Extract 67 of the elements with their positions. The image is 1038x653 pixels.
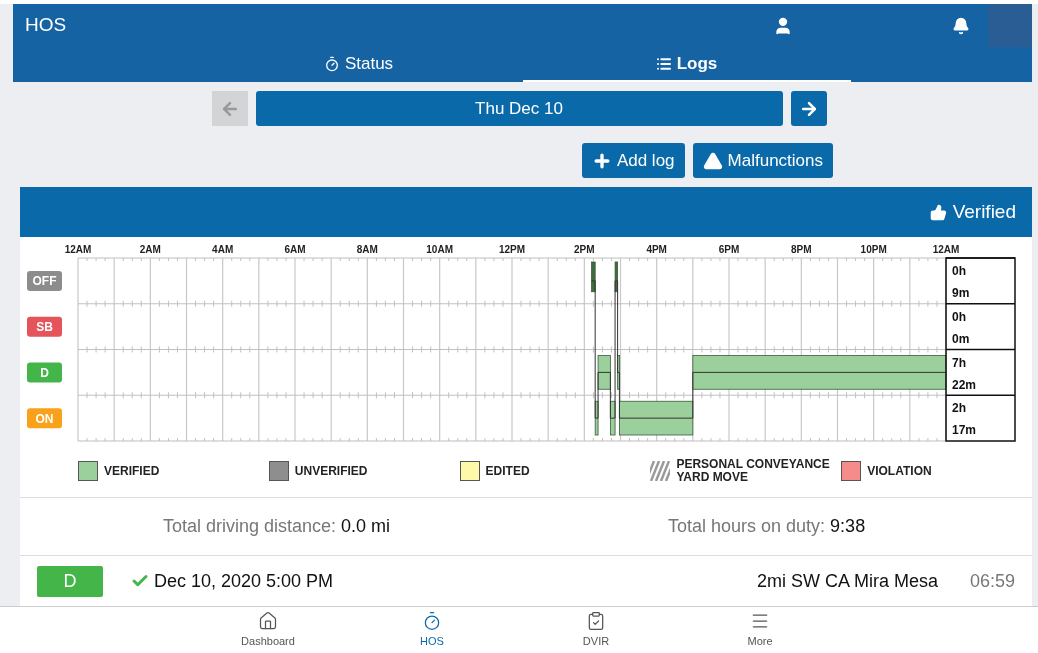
home-icon: [258, 610, 278, 631]
total-minutes: 9m: [952, 286, 970, 300]
warning-icon: [702, 150, 723, 171]
off-duty-bar: [614, 261, 618, 293]
legend-label: VERIFIED: [104, 464, 160, 478]
total-label: Total hours on duty:: [668, 515, 826, 538]
total-hours: 2h: [952, 401, 966, 416]
hour-label: 2AM: [139, 244, 161, 255]
nav-item[interactable]: More: [678, 607, 842, 653]
duty-bar: [594, 400, 599, 436]
hour-label: 4PM: [646, 244, 667, 255]
off-duty-bar: [591, 261, 596, 293]
legend-label: UNVERIFIED: [294, 464, 368, 478]
date-bar[interactable]: Thu Dec 10: [255, 91, 783, 126]
total-minutes: 22m: [952, 377, 977, 392]
clipboard-check-icon: [586, 610, 606, 631]
total-hours: 7h: [952, 355, 966, 370]
legend-label: VIOLATION: [867, 464, 932, 478]
hour-label: 8PM: [791, 244, 812, 255]
hour-label: 4AM: [212, 244, 234, 255]
thumbs-up-icon: [929, 203, 947, 221]
hour-label: 6PM: [718, 244, 740, 255]
total-minutes: 0m: [952, 331, 970, 346]
status-badge: D: [27, 362, 62, 383]
legend-label: YARD MOVE: [676, 471, 749, 484]
hour-label: 10AM: [426, 244, 453, 255]
legend-label: PERSONAL CONVEYANCE: [676, 458, 830, 471]
tab[interactable]: Logs: [522, 47, 851, 82]
status-badge: OFF: [27, 270, 62, 291]
legend-label: EDITED: [485, 464, 530, 478]
next-day-button[interactable]: [790, 91, 827, 126]
user-icon[interactable]: [773, 15, 793, 36]
hour-label: 2PM: [574, 244, 595, 255]
notification-icon[interactable]: [952, 16, 970, 35]
nav-item[interactable]: Dashboard: [186, 607, 350, 653]
hour-label: 12PM: [498, 244, 526, 255]
nav-item[interactable]: HOS: [350, 607, 514, 653]
stopwatch-icon: [422, 610, 442, 631]
app-title: HOS: [25, 13, 67, 38]
status-badge: ON: [27, 408, 62, 429]
status-badge: SB: [27, 316, 62, 337]
malfunctions-button[interactable]: Malfunctions: [692, 143, 833, 178]
tab[interactable]: Status: [194, 47, 523, 82]
total-hours: 0h: [952, 309, 966, 324]
log-duration: 06:59: [969, 569, 1015, 593]
total-hours: 0h: [952, 264, 966, 278]
total-minutes: 17m: [952, 423, 977, 438]
status-badge: D: [37, 565, 103, 597]
add-log-button[interactable]: Add log: [581, 143, 685, 178]
nav-item[interactable]: DVIR: [514, 607, 678, 653]
total-label: Total driving distance:: [163, 515, 337, 538]
header-tile[interactable]: [988, 4, 1032, 47]
log-location: 2mi SW CA Mira Mesa: [756, 569, 938, 593]
log-time: Dec 10, 2020 5:00 PM: [154, 569, 334, 593]
total-value: 0.0 mi: [341, 515, 391, 538]
total-value: 9:38: [830, 515, 866, 538]
duty-bar: [609, 400, 616, 436]
hour-label: 12AM: [64, 244, 92, 255]
hour-label: 10PM: [860, 244, 887, 255]
duty-bar: [617, 355, 620, 390]
hour-label: 12AM: [932, 244, 960, 255]
list-icon: [655, 55, 672, 72]
hour-label: 8AM: [356, 244, 378, 255]
verified-status: Verified: [952, 199, 1016, 224]
hour-label: 6AM: [284, 244, 306, 255]
stopwatch-icon: [323, 55, 340, 72]
duty-bar: [597, 355, 611, 390]
